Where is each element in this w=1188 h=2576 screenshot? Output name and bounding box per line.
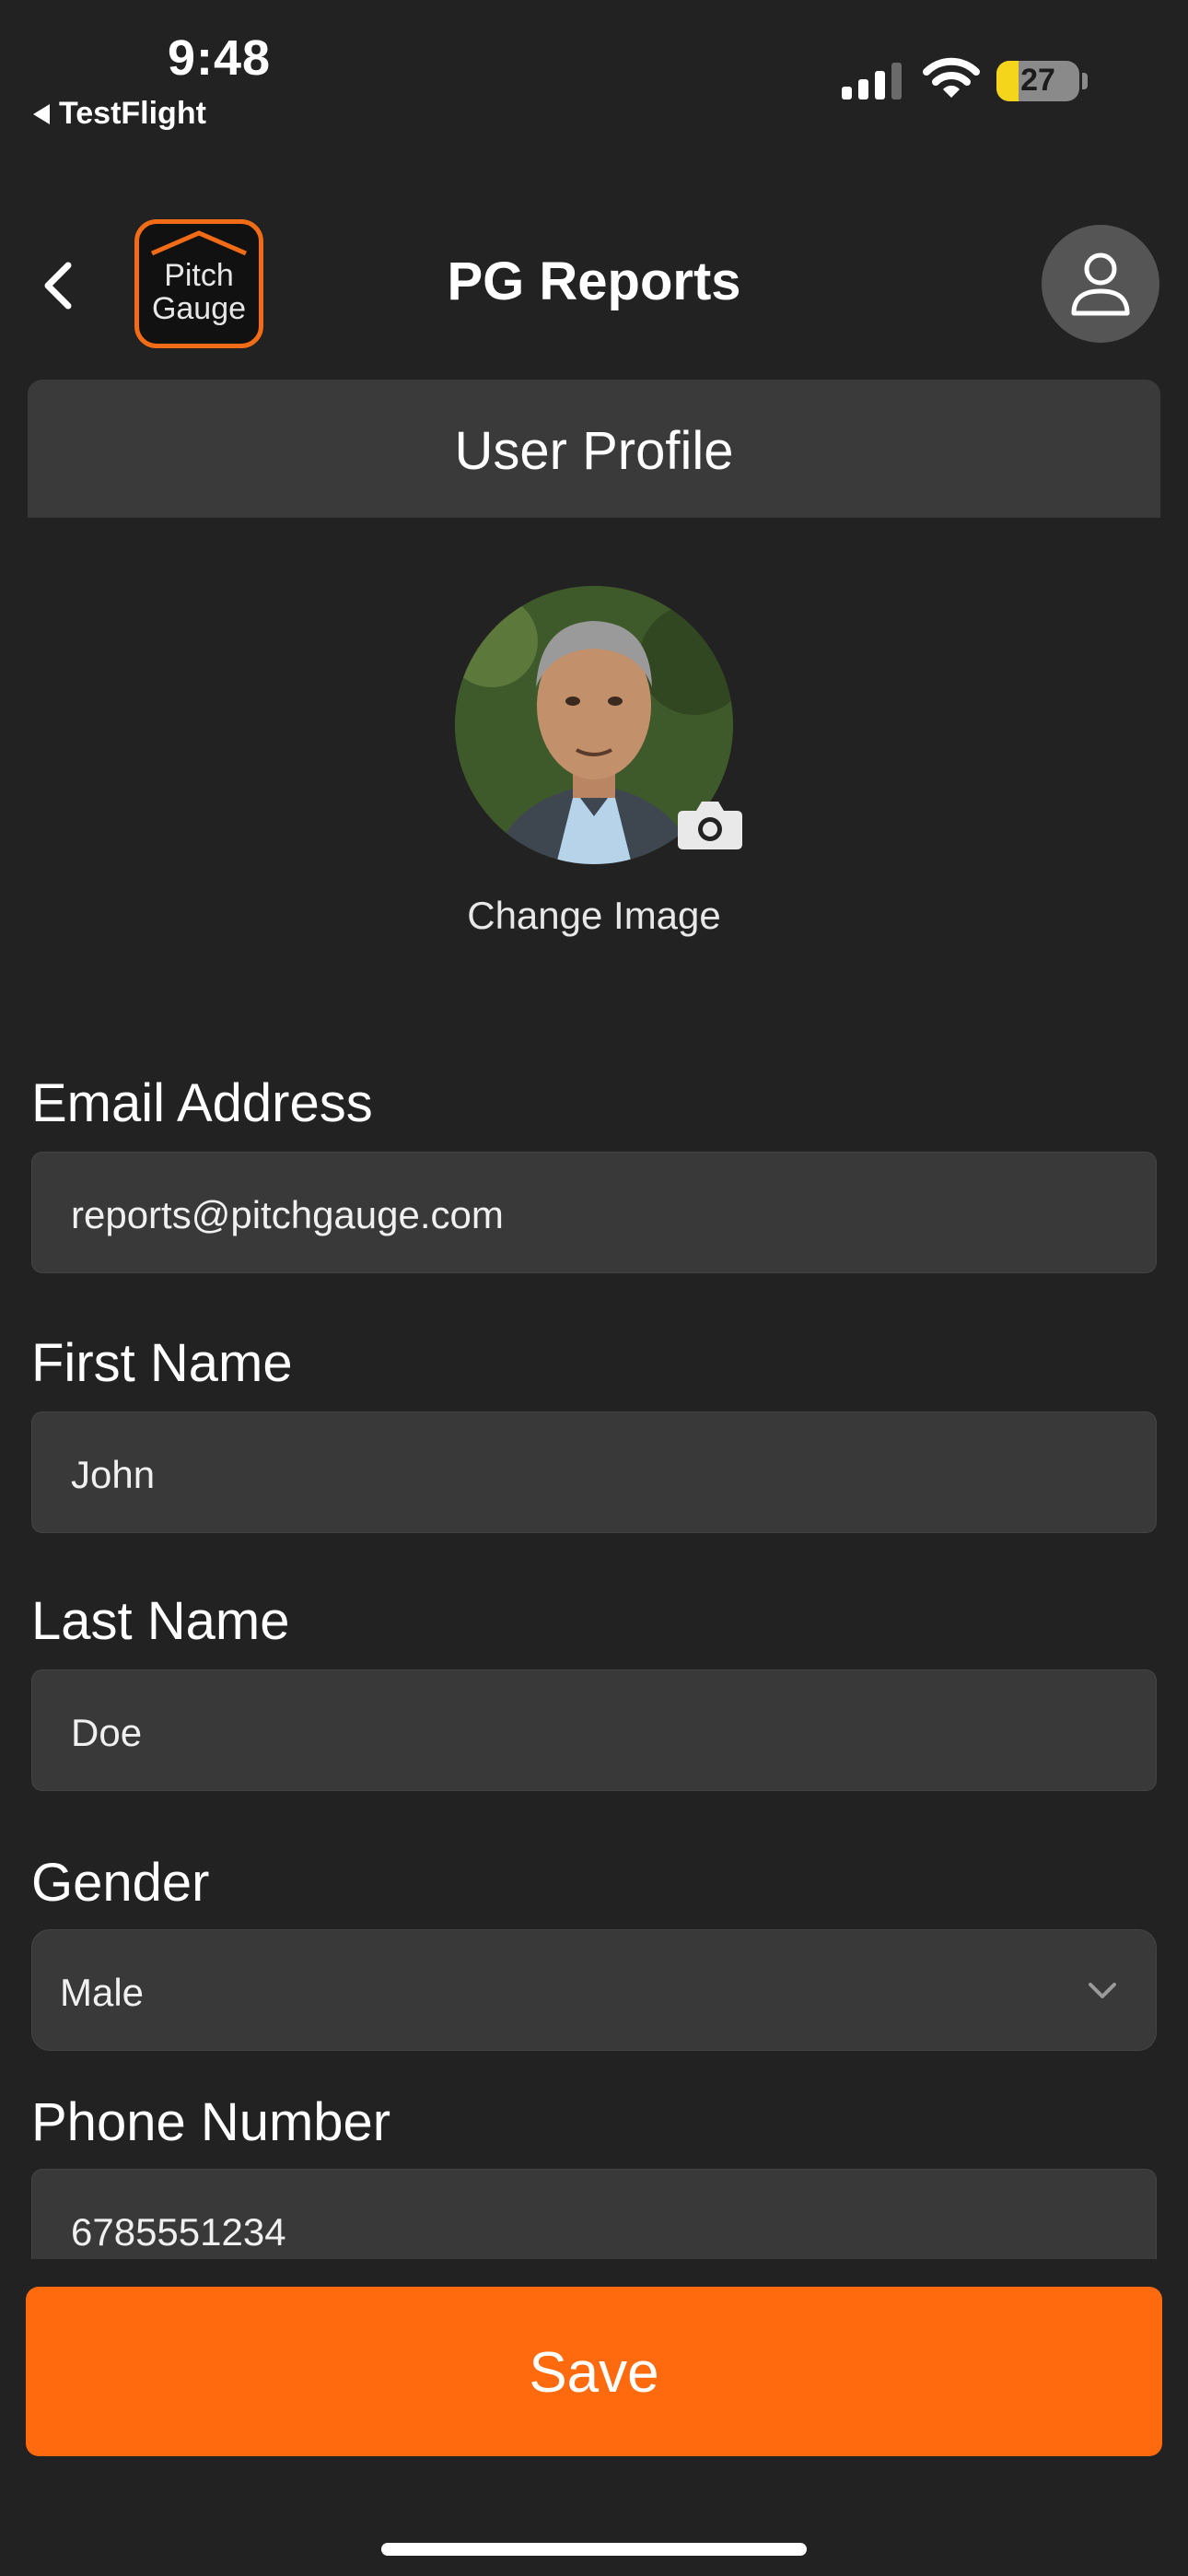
logo-text-line1: Pitch [164, 258, 234, 293]
home-indicator[interactable] [381, 2543, 807, 2556]
user-profile-screen: 9:48 TestFlight 27 Pitch Gauge PG Report… [0, 0, 1188, 2576]
save-label: Save [529, 2341, 659, 2405]
profile-button[interactable] [1042, 225, 1159, 343]
first-name-field[interactable]: John [31, 1411, 1157, 1533]
roof-icon [151, 230, 247, 256]
save-button[interactable]: Save [26, 2287, 1162, 2456]
gender-select[interactable]: Male [31, 1929, 1157, 2051]
battery-percent: 27 [1020, 63, 1055, 98]
app-title: PG Reports [447, 252, 741, 311]
last-name-field[interactable]: Doe [31, 1669, 1157, 1791]
back-triangle-icon [33, 103, 50, 124]
battery-icon: 27 [996, 61, 1079, 101]
chevron-down-icon [1089, 1983, 1116, 1998]
last-name-value: Doe [71, 1711, 143, 1754]
pitchgauge-logo: Pitch Gauge [134, 219, 263, 348]
last-name-label: Last Name [31, 1591, 290, 1651]
phone-label: Phone Number [31, 2092, 391, 2152]
gender-label: Gender [31, 1853, 210, 1913]
logo-text-line2: Gauge [151, 291, 247, 326]
email-field[interactable]: reports@pitchgauge.com [31, 1152, 1157, 1273]
person-icon [1071, 252, 1130, 316]
camera-icon[interactable] [676, 798, 744, 851]
change-image-link[interactable]: Change Image [0, 894, 1188, 938]
email-value: reports@pitchgauge.com [71, 1193, 504, 1236]
chevron-left-icon[interactable] [37, 258, 83, 313]
section-title: User Profile [454, 421, 734, 481]
first-name-label: First Name [31, 1333, 293, 1393]
first-name-value: John [71, 1453, 156, 1496]
back-app-label: TestFlight [59, 96, 206, 131]
wifi-icon [923, 57, 980, 98]
gender-value: Male [60, 1971, 145, 2014]
battery-terminal [1082, 73, 1088, 89]
status-time: 9:48 [168, 30, 272, 86]
phone-value: 6785551234 [71, 2210, 286, 2254]
back-to-testflight[interactable]: TestFlight [33, 96, 206, 132]
cellular-signal-icon [842, 63, 902, 100]
email-label: Email Address [31, 1073, 373, 1133]
section-header: User Profile [28, 380, 1160, 518]
